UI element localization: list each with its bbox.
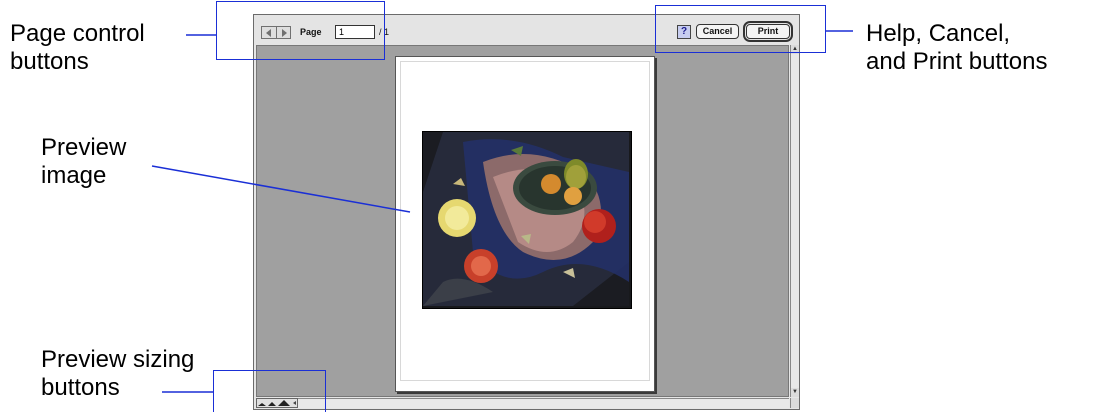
callout-page-controls: Page control buttons bbox=[10, 20, 145, 76]
print-preview-window: Page 1 / 1 ? Cancel Print ▲ ▼ bbox=[253, 14, 800, 410]
callout-line-1: Page control bbox=[10, 20, 145, 47]
callout-line-2: buttons bbox=[10, 48, 89, 75]
still-life-photo bbox=[423, 132, 629, 306]
callout-line-2: buttons bbox=[41, 374, 120, 401]
preview-image bbox=[422, 131, 632, 309]
callout-preview-sizing: Preview sizing buttons bbox=[41, 346, 194, 402]
vertical-scrollbar[interactable]: ▲ ▼ bbox=[790, 45, 799, 397]
horizontal-scrollbar[interactable] bbox=[298, 398, 789, 408]
callout-line-1: Preview bbox=[41, 134, 127, 161]
sizing-buttons-highlight bbox=[213, 370, 326, 412]
callout-line-1: Help, Cancel, bbox=[866, 20, 1011, 47]
resize-grip[interactable] bbox=[790, 398, 799, 408]
callout-line-2: and Print buttons bbox=[866, 48, 1048, 75]
preview-area bbox=[256, 45, 789, 397]
callout-preview-image: Preview image bbox=[41, 134, 126, 190]
preview-page bbox=[395, 56, 655, 392]
scroll-down-icon[interactable]: ▼ bbox=[791, 388, 799, 397]
callout-help-cancel-print: Help, Cancel, and Print buttons bbox=[866, 20, 1047, 76]
callout-line-1: Preview sizing bbox=[41, 346, 195, 373]
page-controls-highlight bbox=[216, 1, 385, 60]
action-buttons-highlight bbox=[655, 5, 826, 53]
callout-line-2: image bbox=[41, 162, 107, 189]
